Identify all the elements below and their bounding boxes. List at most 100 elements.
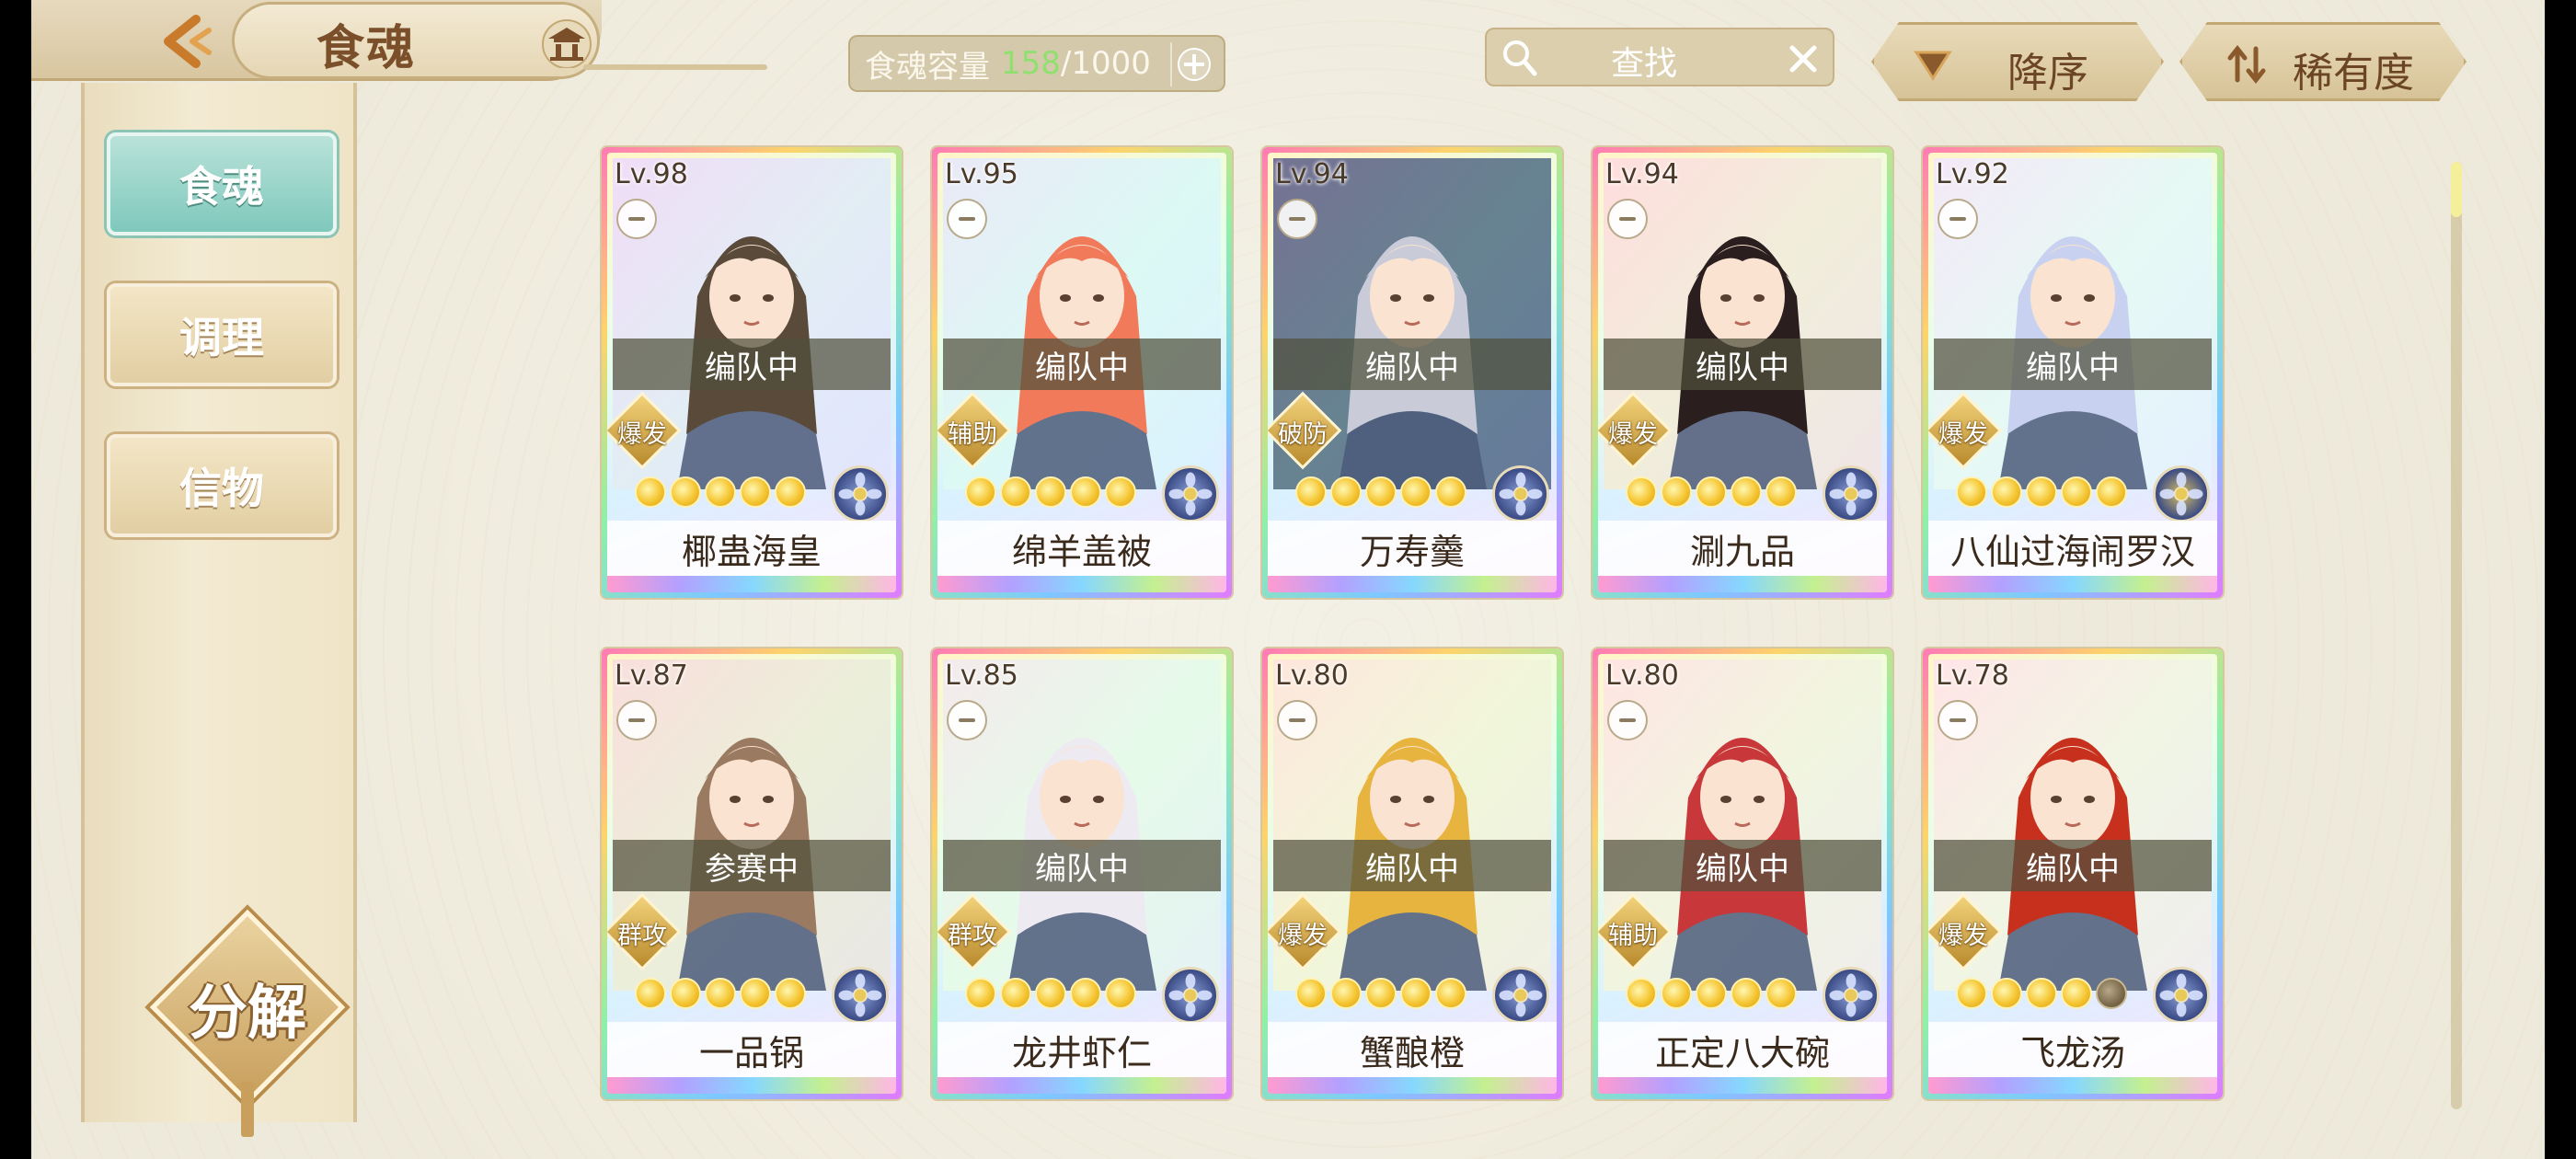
lock-toggle-icon[interactable] (1277, 199, 1317, 239)
star-icon (1661, 978, 1692, 1009)
star-icon (2026, 978, 2057, 1009)
decompose-button[interactable]: 分解 (149, 909, 346, 1137)
star-icon (1000, 978, 1031, 1009)
plus-icon (1178, 48, 1211, 81)
star-icon (1330, 978, 1362, 1009)
level-label: Lv.95 (945, 158, 1018, 190)
flower-emblem-icon (832, 465, 889, 522)
card-body: Lv.98 编队中 爆发 椰蛊海皇 (607, 153, 896, 592)
expand-capacity-button[interactable] (1170, 42, 1216, 86)
food-soul-card[interactable]: Lv.80 编队中 辅助 正定八大碗 (1593, 648, 1892, 1099)
star-icon (1956, 476, 1987, 508)
card-rainbow-border (1268, 1077, 1557, 1094)
card-body: Lv.80 编队中 辅助 正定八大碗 (1598, 654, 1887, 1094)
food-soul-card[interactable]: Lv.92 编队中 爆发 八仙过海闹罗汉 (1923, 147, 2223, 598)
star-icon (1991, 476, 2022, 508)
lock-toggle-icon[interactable] (947, 199, 987, 239)
level-label: Lv.98 (615, 158, 688, 190)
status-banner: 编队中 (1934, 840, 2212, 891)
sort-order-button[interactable]: 降序 (1871, 22, 2164, 101)
clear-search-icon[interactable] (1785, 40, 1822, 77)
star-icon (1295, 476, 1327, 508)
star-empty-icon (2096, 978, 2127, 1009)
food-soul-card[interactable]: Lv.98 编队中 爆发 椰蛊海皇 (602, 147, 902, 598)
star-icon (1070, 978, 1101, 1009)
status-banner: 编队中 (1273, 840, 1551, 891)
role-badge: 辅助 (937, 391, 1012, 470)
scrollbar-thumb[interactable] (2451, 162, 2462, 217)
lock-toggle-icon[interactable] (1277, 700, 1317, 740)
search-input[interactable]: 查找 (1485, 28, 1834, 86)
flower-emblem-icon (832, 967, 889, 1024)
lock-toggle-icon[interactable] (947, 700, 987, 740)
screen: 食魂 食魂容量 158 / 1000 查找 降序 稀有度 食魂 调理 信物 分解… (0, 0, 2576, 1159)
tab-cooking[interactable]: 调理 (107, 283, 337, 386)
flower-emblem-icon (1492, 465, 1549, 522)
star-icon (1035, 476, 1066, 508)
star-rating (1626, 476, 1797, 510)
character-name: 涮九品 (1598, 521, 1887, 576)
character-name: 八仙过海闹罗汉 (1928, 521, 2217, 576)
food-soul-grid: Lv.98 编队中 爆发 椰蛊海皇 Lv.95 编队中 辅助 绵羊盖被 Lv.9… (602, 147, 2248, 1113)
status-banner: 编队中 (1934, 339, 2212, 390)
star-icon (740, 476, 771, 508)
lock-toggle-icon[interactable] (616, 199, 657, 239)
capacity-max: 1000 (1071, 45, 1151, 82)
status-banner: 编队中 (1604, 840, 1881, 891)
food-soul-card[interactable]: Lv.85 编队中 群攻 龙井虾仁 (932, 648, 1232, 1099)
status-banner: 编队中 (943, 339, 1221, 390)
lock-toggle-icon[interactable] (1938, 700, 1978, 740)
star-icon (1731, 978, 1762, 1009)
tab-tokens[interactable]: 信物 (107, 434, 337, 537)
role-label: 群攻 (617, 922, 667, 950)
star-icon (670, 978, 701, 1009)
status-banner: 编队中 (613, 339, 891, 390)
star-icon (1626, 978, 1657, 1009)
star-icon (1070, 476, 1101, 508)
card-rainbow-border (607, 1077, 896, 1094)
role-badge: 爆发 (607, 391, 682, 470)
star-icon (1435, 476, 1466, 508)
home-pavilion-icon[interactable] (537, 17, 596, 69)
level-label: Lv.80 (1605, 660, 1679, 692)
star-rating (635, 978, 806, 1011)
star-icon (1365, 978, 1397, 1009)
star-rating (1956, 476, 2127, 510)
status-banner: 编队中 (943, 840, 1221, 891)
food-soul-card[interactable]: Lv.80 编队中 爆发 蟹酿橙 (1262, 648, 1562, 1099)
star-icon (1696, 476, 1727, 508)
food-soul-card[interactable]: Lv.95 编队中 辅助 绵羊盖被 (932, 147, 1232, 598)
lock-toggle-icon[interactable] (616, 700, 657, 740)
star-rating (1295, 476, 1466, 510)
lock-toggle-icon[interactable] (1607, 700, 1648, 740)
scrollbar[interactable] (2451, 162, 2462, 1109)
capacity-label: 食魂容量 (865, 48, 990, 86)
role-badge: 爆发 (1268, 892, 1342, 971)
sort-arrows-icon (2226, 43, 2267, 86)
search-placeholder: 查找 (1611, 45, 1678, 83)
sort-key-button[interactable]: 稀有度 (2179, 22, 2467, 101)
flower-emblem-icon (2153, 967, 2210, 1024)
star-icon (1330, 476, 1362, 508)
character-name: 椰蛊海皇 (607, 521, 896, 576)
back-button[interactable] (128, 9, 247, 74)
food-soul-card[interactable]: Lv.78 编队中 爆发 飞龙汤 (1923, 648, 2223, 1099)
food-soul-card[interactable]: Lv.94 编队中 爆发 涮九品 (1593, 147, 1892, 598)
role-badge: 群攻 (937, 892, 1012, 971)
lock-toggle-icon[interactable] (1938, 199, 1978, 239)
star-icon (1731, 476, 1762, 508)
level-label: Lv.85 (945, 660, 1018, 692)
star-icon (1661, 476, 1692, 508)
card-rainbow-border (937, 1077, 1226, 1094)
food-soul-card[interactable]: Lv.94 编队中 破防 万寿羹 (1262, 147, 1562, 598)
tab-food-soul[interactable]: 食魂 (107, 132, 337, 235)
food-soul-card[interactable]: Lv.87 参赛中 群攻 一品锅 (602, 648, 902, 1099)
status-banner: 编队中 (1604, 339, 1881, 390)
star-icon (705, 978, 736, 1009)
star-icon (965, 978, 996, 1009)
lock-toggle-icon[interactable] (1607, 199, 1648, 239)
star-icon (775, 476, 806, 508)
card-rainbow-border (607, 576, 896, 592)
top-ornament (583, 64, 767, 70)
star-icon (1626, 476, 1657, 508)
